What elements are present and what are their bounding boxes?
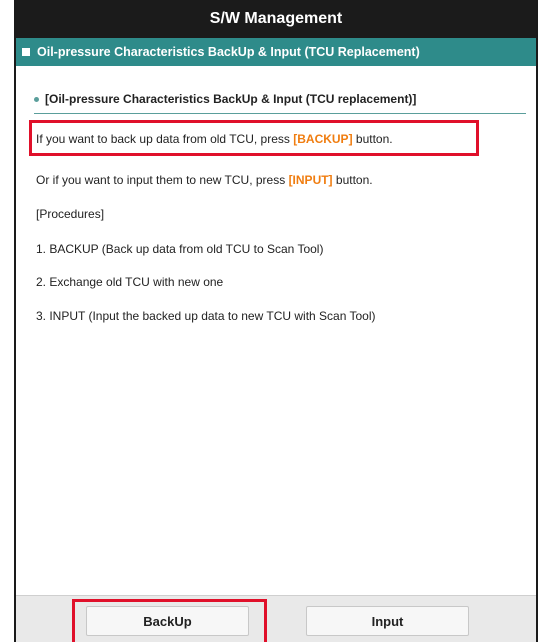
- sw-management-window: S/W Management Oil-pressure Characterist…: [14, 0, 538, 642]
- bullet-icon: [34, 96, 39, 102]
- section-heading-text: [Oil-pressure Characteristics BackUp & I…: [45, 92, 417, 106]
- procedure-step-1: 1. BACKUP (Back up data from old TCU to …: [36, 242, 324, 256]
- bottom-button-bar: BackUp Input: [16, 595, 536, 642]
- square-icon: [22, 48, 30, 56]
- procedure-step-3: 3. INPUT (Input the backed up data to ne…: [36, 309, 376, 323]
- annotation-box-backup-button: [72, 599, 267, 642]
- instruction-input: Or if you want to input them to new TCU,…: [36, 173, 373, 187]
- instruction-input-suffix: button.: [332, 173, 373, 187]
- input-button[interactable]: Input: [306, 606, 469, 636]
- window-title: S/W Management: [16, 0, 536, 38]
- annotation-box-instruction: [29, 120, 479, 156]
- subheader-title: Oil-pressure Characteristics BackUp & In…: [37, 45, 420, 59]
- section-heading: [Oil-pressure Characteristics BackUp & I…: [34, 92, 526, 114]
- procedures-label: [Procedures]: [36, 207, 105, 221]
- subheader-bar: Oil-pressure Characteristics BackUp & In…: [16, 38, 536, 66]
- input-keyword: [INPUT]: [288, 173, 333, 187]
- instruction-input-text: Or if you want to input them to new TCU,…: [36, 173, 289, 187]
- procedure-step-2: 2. Exchange old TCU with new one: [36, 275, 224, 289]
